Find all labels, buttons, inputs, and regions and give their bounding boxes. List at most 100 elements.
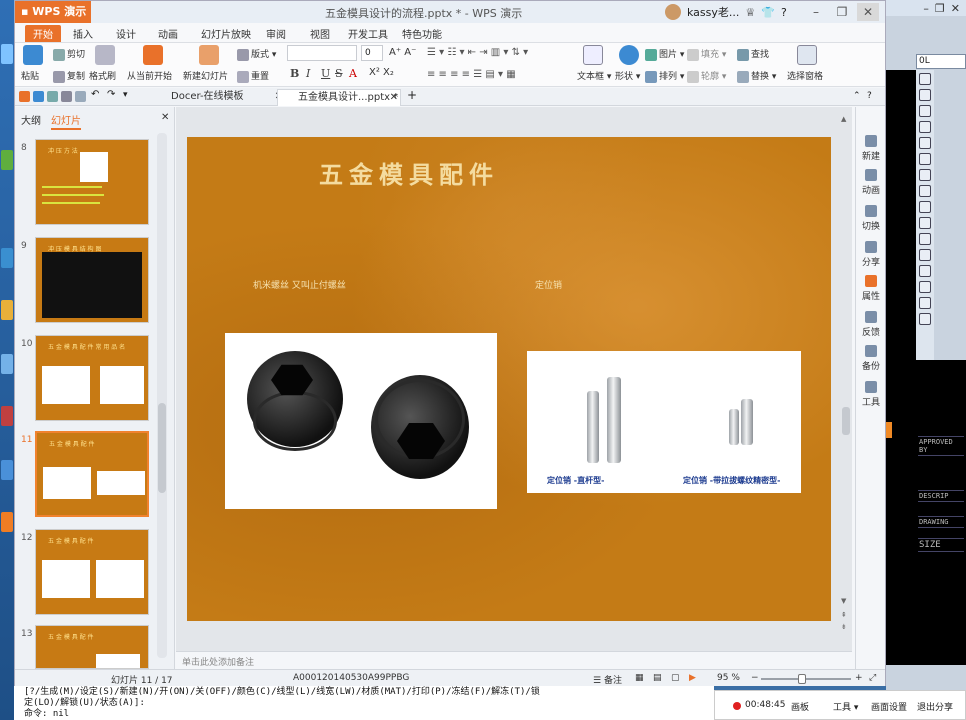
tab-outline[interactable]: 大纲 — [21, 112, 41, 127]
slide-title[interactable]: 五金模具配件 — [319, 155, 499, 190]
task-new[interactable]: 新建 — [856, 135, 886, 162]
font-size-input[interactable]: 0 — [361, 45, 383, 61]
align-icons[interactable]: ≡ ≡ ≡ ≡ ☰ ▤ ▾ ▦ — [427, 69, 516, 80]
notes-placeholder[interactable]: 单击此处添加备注 — [182, 655, 254, 668]
cad-extend-icon[interactable] — [919, 233, 931, 245]
zoom-slider-knob[interactable] — [797, 674, 806, 684]
scrollbar-thumb[interactable] — [158, 403, 166, 493]
shirt-icon[interactable]: 👕 — [761, 6, 775, 19]
desktop-shortcut-icon[interactable] — [1, 150, 13, 170]
desktop-shortcut-icon[interactable] — [1, 248, 13, 268]
app-menu-button[interactable]: ▪ WPS 演示 ▾ — [15, 1, 91, 40]
cad-chamfer-icon[interactable] — [919, 281, 931, 293]
zoom-out-icon[interactable]: − — [751, 673, 759, 683]
italic-button[interactable]: I — [306, 67, 310, 80]
arrange-button[interactable]: 排列 ▾ — [645, 69, 684, 83]
notes-toggle[interactable]: ☰ 备注 — [593, 673, 622, 686]
task-feedback[interactable]: 反馈 — [856, 311, 886, 338]
tab-animation[interactable]: 动画 — [158, 26, 178, 41]
play-from-current-icon[interactable] — [143, 45, 163, 65]
cad-linetype-combo[interactable]: 0L — [916, 54, 966, 69]
minimize-button[interactable]: – — [805, 3, 827, 21]
tab-developer[interactable]: 开发工具 — [348, 26, 388, 41]
command-input-line[interactable]: 命令: nil — [24, 709, 704, 720]
minimize-icon[interactable]: – — [923, 2, 929, 15]
cad-stretch-icon[interactable] — [919, 201, 931, 213]
exit-share-button[interactable]: 退出分享 — [917, 700, 953, 713]
cad-command-line[interactable]: [?/生成(M)/设定(S)/新建(N)/开(ON)/关(OFF)/颜色(C)/… — [14, 686, 714, 720]
layout-button[interactable]: 版式 ▾ — [237, 47, 276, 61]
caption-set-screw[interactable]: 机米螺丝 又叫止付螺丝 — [253, 278, 346, 291]
whiteboard-button[interactable]: 画板 — [791, 700, 809, 713]
picture-button[interactable]: 图片 ▾ — [645, 47, 684, 61]
cad-break-icon[interactable] — [919, 249, 931, 261]
desktop-shortcut-icon[interactable] — [1, 44, 13, 64]
slide-preview[interactable]: 五 金 模 具 配 件 — [35, 431, 149, 517]
task-properties[interactable]: 属性 — [856, 275, 886, 302]
font-name-input[interactable] — [287, 45, 357, 61]
sorter-view-icon[interactable]: ▤ — [653, 673, 662, 683]
from-current-button[interactable]: 从当前开始 — [127, 69, 172, 82]
cad-fillet-icon[interactable] — [919, 297, 931, 309]
new-tab-icon[interactable]: + — [407, 88, 418, 102]
textbox-icon[interactable] — [583, 45, 603, 65]
scroll-up-icon[interactable]: ▲ — [841, 115, 846, 123]
user-name[interactable]: kassy老... — [687, 4, 739, 20]
set-screw-image[interactable] — [225, 333, 497, 509]
desktop-shortcut-icon[interactable] — [1, 512, 13, 532]
cad-copy-icon[interactable] — [919, 89, 931, 101]
skin-icon[interactable]: ♕ — [745, 6, 755, 19]
cad-scale-icon[interactable] — [919, 185, 931, 197]
superscript-icon[interactable]: X² X₂ — [369, 67, 394, 78]
redo-icon[interactable]: ↷ — [107, 89, 118, 100]
selection-pane-icon[interactable] — [797, 45, 817, 65]
cad-join-icon[interactable] — [919, 265, 931, 277]
reading-view-icon[interactable]: ▢ — [671, 673, 680, 683]
zoom-level[interactable]: 95 % — [717, 673, 740, 683]
slide-preview[interactable]: 五 金 模 具 配 件 — [35, 625, 149, 669]
paste-icon[interactable] — [23, 45, 43, 65]
task-backup[interactable]: 备份 — [856, 345, 886, 372]
customize-dropdown-icon[interactable]: ▾ — [123, 90, 134, 101]
task-transition[interactable]: 切换 — [856, 205, 886, 232]
task-share[interactable]: 分享 — [856, 241, 886, 268]
desktop-shortcut-icon[interactable] — [1, 354, 13, 374]
grow-font-icon[interactable]: A⁺ A⁻ — [389, 47, 416, 58]
cad-trim-icon[interactable] — [919, 217, 931, 229]
find-button[interactable]: 查找 — [737, 47, 769, 61]
cad-pencil-icon[interactable] — [919, 73, 931, 85]
task-tools[interactable]: 工具 — [856, 381, 886, 408]
tab-home[interactable]: 开始 — [25, 25, 61, 42]
close-button[interactable]: ✕ — [857, 3, 879, 21]
reset-button[interactable]: 重置 — [237, 69, 269, 83]
open-icon[interactable] — [19, 91, 30, 102]
selection-pane-button[interactable]: 选择窗格 — [787, 69, 823, 82]
zoom-in-icon[interactable]: + — [855, 673, 863, 683]
close-tab-icon[interactable]: ✕ — [390, 90, 398, 106]
restore-icon[interactable]: ❐ — [935, 2, 945, 15]
tab-docer-templates[interactable]: Docer-在线模板 ✕ — [151, 89, 287, 106]
tab-design[interactable]: 设计 — [116, 26, 136, 41]
preview-icon[interactable] — [75, 91, 86, 102]
tab-current-document[interactable]: 五金模具设计...pptx * ✕ — [277, 89, 401, 106]
slide-preview[interactable]: 冲 压 方 法 — [35, 139, 149, 225]
shape-icon[interactable] — [619, 45, 639, 65]
editor-scrollbar[interactable]: ▲ ▼ ⇞ ⇟ — [841, 115, 851, 635]
dowel-pin-image[interactable]: 定位销 -直杆型- 定位销 -带拉拔螺纹精密型- — [527, 351, 801, 493]
cad-rotate-icon[interactable] — [919, 169, 931, 181]
fit-window-icon[interactable]: ⤢ — [869, 673, 876, 683]
screen-settings-button[interactable]: 画面设置 — [871, 700, 907, 713]
desktop-shortcut-icon[interactable] — [1, 300, 13, 320]
avatar[interactable] — [665, 4, 681, 20]
print-icon[interactable] — [61, 91, 72, 102]
normal-view-icon[interactable]: ▦ — [635, 673, 644, 683]
notes-area[interactable]: 单击此处添加备注 — [176, 651, 852, 669]
help-icon[interactable]: ? — [781, 6, 787, 19]
cad-mirror-icon[interactable] — [919, 105, 931, 117]
paste-button[interactable]: 粘贴 — [21, 69, 39, 82]
bold-button[interactable]: B — [290, 67, 299, 80]
slides-scrollbar[interactable] — [157, 133, 167, 658]
cad-explode-icon[interactable] — [919, 313, 931, 325]
collapse-ribbon-icon[interactable]: ⌃ — [853, 91, 864, 102]
cad-array-icon[interactable] — [919, 137, 931, 149]
